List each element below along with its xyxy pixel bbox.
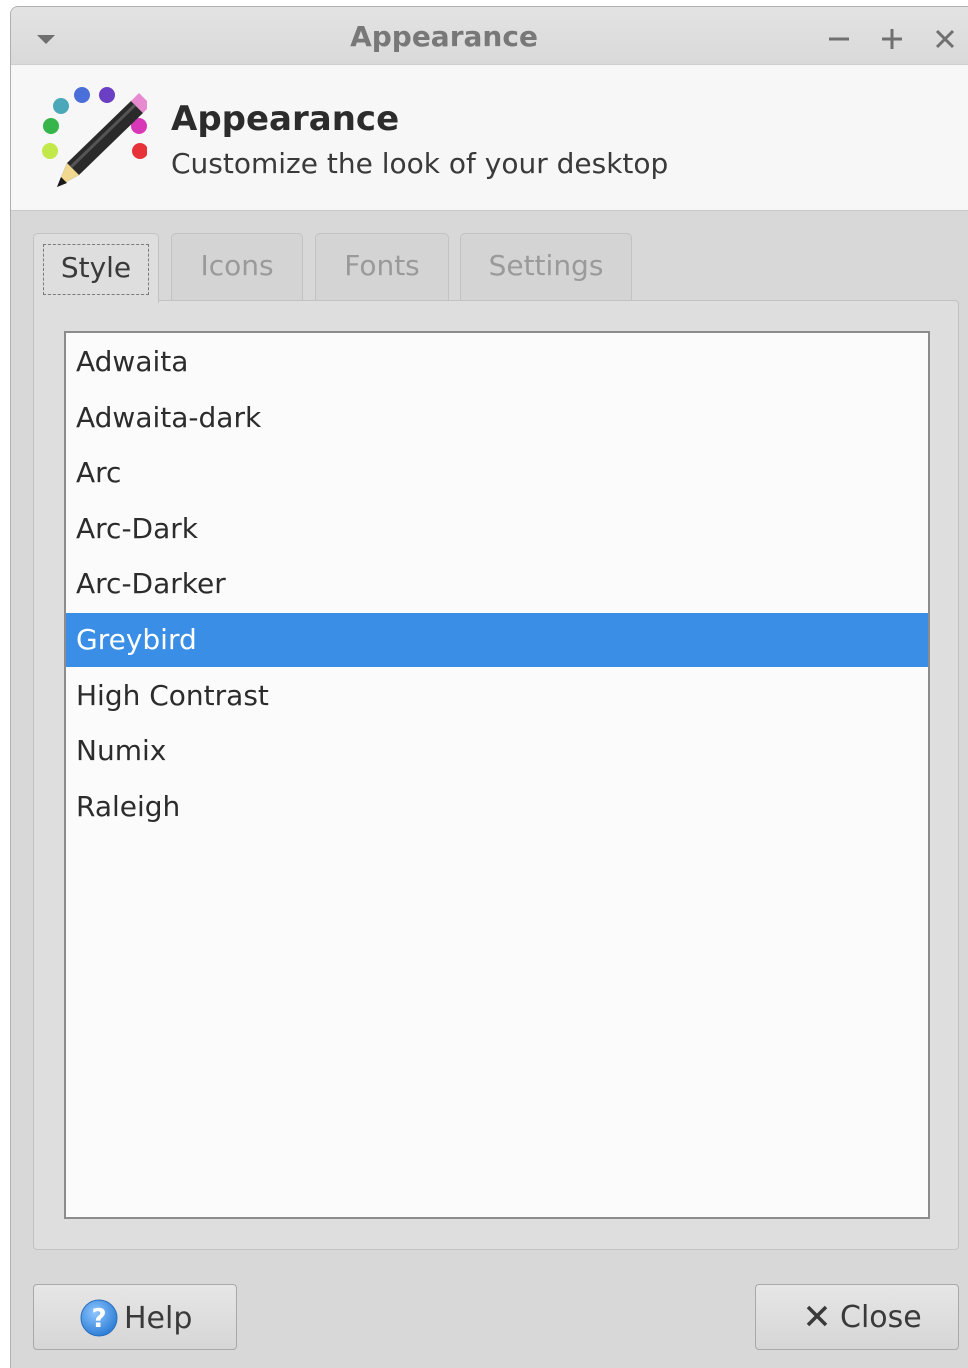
title-bar[interactable]: Appearance xyxy=(11,7,968,65)
minimize-icon[interactable] xyxy=(821,19,857,55)
list-item[interactable]: Adwaita-dark xyxy=(66,391,928,445)
help-button-label: Help xyxy=(124,1301,193,1336)
list-item[interactable]: Numix xyxy=(66,724,928,778)
list-item[interactable]: Adwaita xyxy=(66,335,928,389)
maximize-icon[interactable] xyxy=(874,19,910,55)
list-item-selected[interactable]: Greybird xyxy=(66,613,928,667)
close-window-icon[interactable] xyxy=(927,19,963,55)
dialog-header: Appearance Customize the look of your de… xyxy=(11,65,968,211)
tab-style[interactable]: Style xyxy=(33,233,159,303)
window-title: Appearance xyxy=(350,20,538,53)
tab-icons[interactable]: Icons xyxy=(171,233,303,301)
list-item[interactable]: Arc-Darker xyxy=(66,557,928,611)
list-item[interactable]: Arc xyxy=(66,446,928,500)
list-item[interactable]: Raleigh xyxy=(66,780,928,834)
svg-text:?: ? xyxy=(91,1304,106,1334)
help-button[interactable]: ? Help xyxy=(33,1284,237,1350)
close-button[interactable]: Close xyxy=(755,1284,959,1350)
appearance-window: Appearance Appearance Customize the look xyxy=(10,6,968,1368)
help-icon: ? xyxy=(80,1299,118,1337)
list-item[interactable]: Arc-Dark xyxy=(66,502,928,556)
appearance-palette-icon xyxy=(42,87,147,187)
style-tab-panel: Adwaita Adwaita-dark Arc Arc-Dark Arc-Da… xyxy=(33,300,959,1250)
tab-settings[interactable]: Settings xyxy=(460,233,632,301)
theme-list[interactable]: Adwaita Adwaita-dark Arc Arc-Dark Arc-Da… xyxy=(64,331,930,1219)
tab-style-label: Style xyxy=(43,244,149,295)
list-item[interactable]: High Contrast xyxy=(66,669,928,723)
tab-fonts[interactable]: Fonts xyxy=(315,233,449,301)
header-title: Appearance xyxy=(171,99,400,139)
close-button-label: Close xyxy=(840,1300,922,1335)
header-subtitle: Customize the look of your desktop xyxy=(171,147,669,180)
close-icon xyxy=(806,1305,828,1327)
